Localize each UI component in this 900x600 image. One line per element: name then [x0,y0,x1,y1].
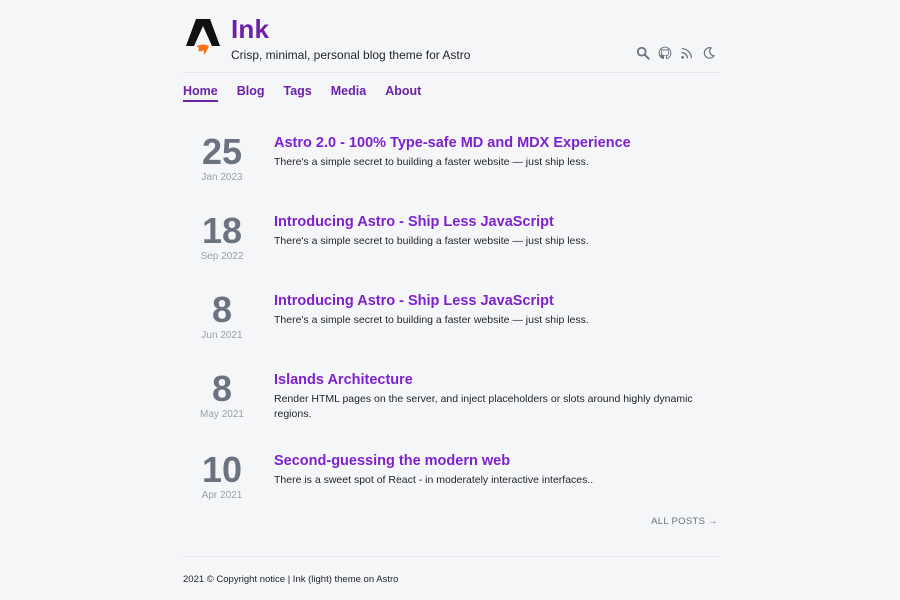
post-date: 18 Sep 2022 [183,210,261,263]
nav-item-home[interactable]: Home [183,84,218,102]
post-month: Sep 2022 [200,251,244,262]
post-description: Render HTML pages on the server, and inj… [274,393,693,420]
post-day: 18 [201,210,243,251]
post-title-link[interactable]: Introducing Astro - Ship Less JavaScript [274,292,720,310]
github-icon[interactable] [658,46,672,60]
post-month: Jun 2021 [201,330,243,341]
post-date: 25 Jan 2023 [183,131,261,184]
header-icons [636,46,716,60]
main-nav: Home Blog Tags Media About [183,84,440,102]
post-description: There's a simple secret to building a fa… [274,156,589,168]
post-body: Astro 2.0 - 100% Type-safe MD and MDX Ex… [274,134,720,170]
nav-item-media[interactable]: Media [331,84,366,102]
post-title-link[interactable]: Second-guessing the modern web [274,452,720,470]
post-description: There's a simple secret to building a fa… [274,314,589,326]
post-title-link[interactable]: Islands Architecture [274,371,720,389]
post-body: Introducing Astro - Ship Less JavaScript… [274,292,720,328]
post-title-link[interactable]: Astro 2.0 - 100% Type-safe MD and MDX Ex… [274,134,720,152]
moon-icon[interactable] [702,46,716,60]
post-body: Introducing Astro - Ship Less JavaScript… [274,213,720,249]
content-container: Ink Crisp, minimal, personal blog theme … [183,0,720,585]
astro-logo-icon[interactable] [185,18,221,56]
post-title-link[interactable]: Introducing Astro - Ship Less JavaScript [274,213,720,231]
post-date: 10 Apr 2021 [183,449,261,502]
site-footer: 2021 © Copyright notice | Ink (light) th… [183,556,720,585]
post-day: 8 [211,289,233,330]
search-icon[interactable] [636,46,650,60]
post-description: There's a simple secret to building a fa… [274,235,589,247]
post-month: Apr 2021 [201,490,243,501]
site-tagline: Crisp, minimal, personal blog theme for … [231,48,471,62]
post-date: 8 Jun 2021 [183,289,261,342]
nav-item-about[interactable]: About [385,84,421,102]
page: Ink Crisp, minimal, personal blog theme … [0,0,900,600]
post-day: 25 [201,131,243,172]
site-header: Ink Crisp, minimal, personal blog theme … [183,0,720,73]
post-body: Islands Architecture Render HTML pages o… [274,371,720,422]
post-day: 8 [211,368,233,409]
post-month: Jan 2023 [201,172,243,183]
post-description: There is a sweet spot of React - in mode… [274,474,594,486]
nav-item-blog[interactable]: Blog [237,84,265,102]
rss-icon[interactable] [680,46,694,60]
post-day: 10 [201,449,243,490]
all-posts-link[interactable]: ALL POSTS → [651,516,718,527]
post-date: 8 May 2021 [183,368,261,421]
footer-text: 2021 © Copyright notice | Ink (light) th… [183,574,399,585]
post-body: Second-guessing the modern web There is … [274,452,720,488]
nav-item-tags[interactable]: Tags [284,84,312,102]
site-title[interactable]: Ink [231,16,269,42]
post-month: May 2021 [200,409,244,420]
